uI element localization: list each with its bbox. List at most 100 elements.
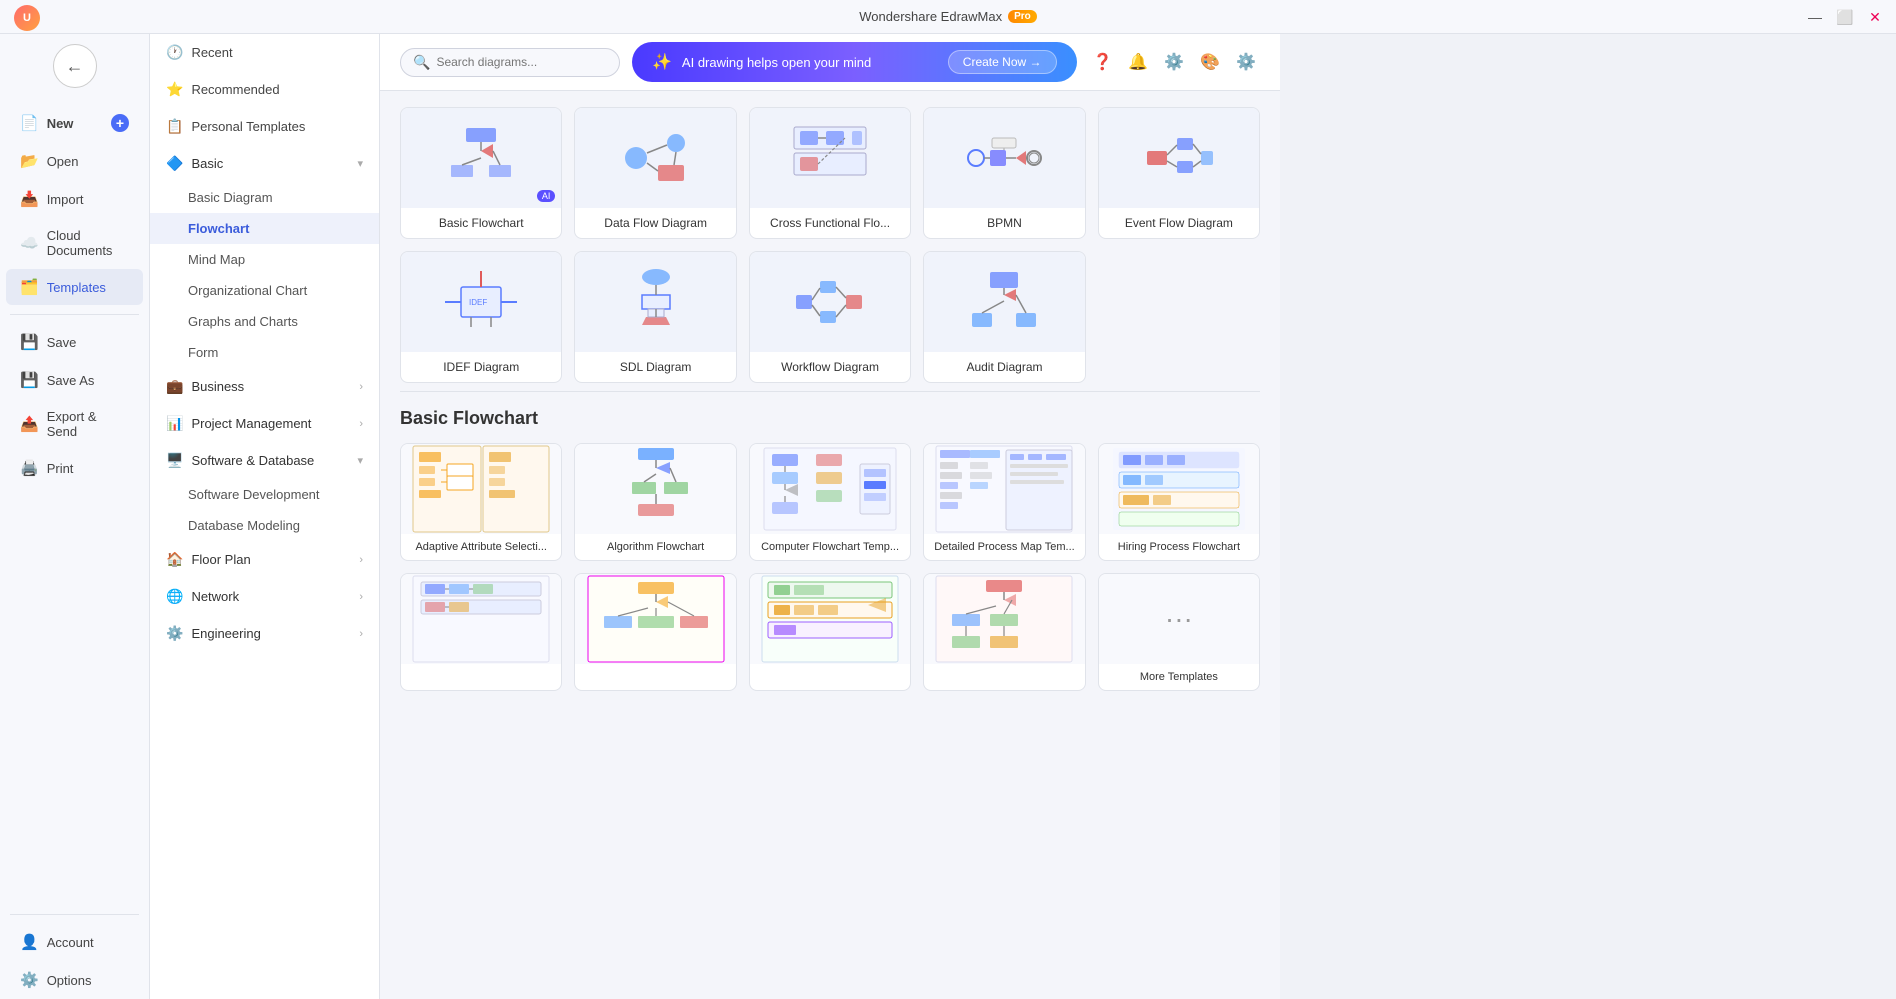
nav-category-network[interactable]: 🌐 Network › xyxy=(150,578,379,615)
template-label-t6 xyxy=(401,664,561,684)
more-icon[interactable]: ⚙️ xyxy=(1232,48,1260,76)
diagram-card-img-workflow xyxy=(750,252,910,352)
maximize-button[interactable]: ⬜ xyxy=(1832,4,1858,30)
template-card-adaptive[interactable]: Adaptive Attribute Selecti... xyxy=(400,443,562,561)
sidebar-label-print: Print xyxy=(47,461,74,476)
sidebar-item-open[interactable]: 📂 Open xyxy=(6,143,143,179)
business-chevron: › xyxy=(359,381,363,393)
close-button[interactable]: ✕ xyxy=(1862,4,1888,30)
nav-label-recent: Recent xyxy=(191,45,232,60)
nav-sub-form[interactable]: Form xyxy=(150,337,379,368)
diagram-card-sdl[interactable]: SDL Diagram xyxy=(574,251,736,383)
template-card-hiring[interactable]: Hiring Process Flowchart xyxy=(1098,443,1260,561)
sidebar-label-options: Options xyxy=(47,973,92,988)
notification-icon[interactable]: 🔔 xyxy=(1124,48,1152,76)
template-card-t7[interactable] xyxy=(574,573,736,691)
diagram-card-label-basic-flowchart: Basic Flowchart xyxy=(401,208,561,238)
save-as-icon: 💾 xyxy=(20,371,39,389)
nav-sub-basic-diagram[interactable]: Basic Diagram xyxy=(150,182,379,213)
business-cat-icon: 💼 xyxy=(166,378,183,395)
template-card-t6[interactable] xyxy=(400,573,562,691)
nav-label-recommended: Recommended xyxy=(191,82,279,97)
nav-item-recommended[interactable]: ⭐ Recommended xyxy=(150,71,379,108)
nav-category-business[interactable]: 💼 Business › xyxy=(150,368,379,405)
diagram-card-cross-functional[interactable]: Cross Functional Flo... xyxy=(749,107,911,239)
template-card-computer[interactable]: Computer Flowchart Temp... xyxy=(749,443,911,561)
diagram-card-data-flow[interactable]: Data Flow Diagram xyxy=(574,107,736,239)
template-img-adaptive xyxy=(401,444,561,534)
help-icon[interactable]: ❓ xyxy=(1089,48,1117,76)
title-bar: U Wondershare EdrawMax Pro — ⬜ ✕ xyxy=(0,0,1896,34)
nav-item-personal[interactable]: 📋 Personal Templates xyxy=(150,108,379,145)
sidebar-item-import[interactable]: 📥 Import xyxy=(6,181,143,217)
create-now-button[interactable]: Create Now → xyxy=(948,50,1057,74)
nav-sub-software-dev[interactable]: Software Development xyxy=(150,479,379,510)
nav-category-software[interactable]: 🖥️ Software & Database ▾ xyxy=(150,442,379,479)
sidebar-item-options[interactable]: ⚙️ Options xyxy=(6,962,143,998)
template-card-detailed[interactable]: Detailed Process Map Tem... xyxy=(923,443,1085,561)
sidebar-label-import: Import xyxy=(47,192,84,207)
diagram-card-label-event-flow: Event Flow Diagram xyxy=(1099,208,1259,238)
diagram-card-workflow[interactable]: Workflow Diagram xyxy=(749,251,911,383)
sidebar-label-cloud: Cloud Documents xyxy=(47,228,129,258)
sidebar-item-save[interactable]: 💾 Save xyxy=(6,324,143,360)
nav-sub-flowchart[interactable]: Flowchart xyxy=(150,213,379,244)
settings-icon[interactable]: ⚙️ xyxy=(1160,48,1188,76)
diagram-types-grid: AI Basic Flowchart xyxy=(400,107,1260,383)
sidebar-item-save-as[interactable]: 💾 Save As xyxy=(6,362,143,398)
nav-category-engineering[interactable]: ⚙️ Engineering › xyxy=(150,615,379,652)
diagram-card-label-workflow: Workflow Diagram xyxy=(750,352,910,382)
nav-label-floor-plan: Floor Plan xyxy=(191,552,250,567)
template-card-algorithm[interactable]: Algorithm Flowchart xyxy=(574,443,736,561)
user-avatar[interactable]: U xyxy=(14,5,40,31)
nav-category-floor-plan[interactable]: 🏠 Floor Plan › xyxy=(150,541,379,578)
section-title-basic-flowchart: Basic Flowchart xyxy=(400,408,1260,429)
diagram-card-bpmn[interactable]: BPMN xyxy=(923,107,1085,239)
back-button[interactable]: ← xyxy=(53,44,97,88)
sidebar-item-export[interactable]: 📤 Export & Send xyxy=(6,400,143,448)
template-card-t9[interactable] xyxy=(923,573,1085,691)
nav-sub-graphs[interactable]: Graphs and Charts xyxy=(150,306,379,337)
label-database: Database Modeling xyxy=(188,518,300,533)
sidebar-item-cloud[interactable]: ☁️ Cloud Documents xyxy=(6,219,143,267)
label-mind-map: Mind Map xyxy=(188,252,245,267)
diagram-card-event-flow[interactable]: Event Flow Diagram xyxy=(1098,107,1260,239)
diagram-card-label-idef: IDEF Diagram xyxy=(401,352,561,382)
sidebar-label-open: Open xyxy=(47,154,79,169)
theme-icon[interactable]: 🎨 xyxy=(1196,48,1224,76)
more-templates-card[interactable]: ··· More Templates xyxy=(1098,573,1260,691)
sidebar-label-save-as: Save As xyxy=(47,373,95,388)
template-label-detailed: Detailed Process Map Tem... xyxy=(924,534,1084,560)
more-templates-label: More Templates xyxy=(1099,664,1259,690)
network-chevron: › xyxy=(359,591,363,603)
sidebar-item-templates[interactable]: 🗂️ Templates xyxy=(6,269,143,305)
nav-sub-database[interactable]: Database Modeling xyxy=(150,510,379,541)
section-divider xyxy=(400,391,1260,392)
ai-banner-text: AI drawing helps open your mind xyxy=(682,55,871,70)
label-form: Form xyxy=(188,345,218,360)
diagram-card-audit[interactable]: Audit Diagram xyxy=(923,251,1085,383)
nav-sub-mind-map[interactable]: Mind Map xyxy=(150,244,379,275)
recent-icon: 🕐 xyxy=(166,44,183,61)
diagram-card-basic-flowchart[interactable]: AI Basic Flowchart xyxy=(400,107,562,239)
sidebar-item-new[interactable]: 📄 New + xyxy=(6,105,143,141)
diagram-card-img-sdl xyxy=(575,252,735,352)
search-input[interactable] xyxy=(436,55,586,69)
diagram-card-idef[interactable]: IDEF IDEF Diagram xyxy=(400,251,562,383)
template-card-t8[interactable] xyxy=(749,573,911,691)
sidebar-item-print[interactable]: 🖨️ Print xyxy=(6,450,143,486)
nav-category-basic[interactable]: 🔷 Basic ▾ xyxy=(150,145,379,182)
engineering-cat-icon: ⚙️ xyxy=(166,625,183,642)
more-dots-icon: ··· xyxy=(1165,603,1193,635)
minimize-button[interactable]: — xyxy=(1802,4,1828,30)
diagram-types-section: AI Basic Flowchart xyxy=(380,91,1280,707)
nav-item-recent[interactable]: 🕐 Recent xyxy=(150,34,379,71)
template-img-t7 xyxy=(575,574,735,664)
nav-label-basic: Basic xyxy=(191,156,223,171)
sidebar-item-account[interactable]: 👤 Account xyxy=(6,924,143,960)
nav-category-project[interactable]: 📊 Project Management › xyxy=(150,405,379,442)
diagram-card-label-data-flow: Data Flow Diagram xyxy=(575,208,735,238)
nav-label-business: Business xyxy=(191,379,244,394)
diagram-card-img-data-flow xyxy=(575,108,735,208)
nav-sub-org-chart[interactable]: Organizational Chart xyxy=(150,275,379,306)
